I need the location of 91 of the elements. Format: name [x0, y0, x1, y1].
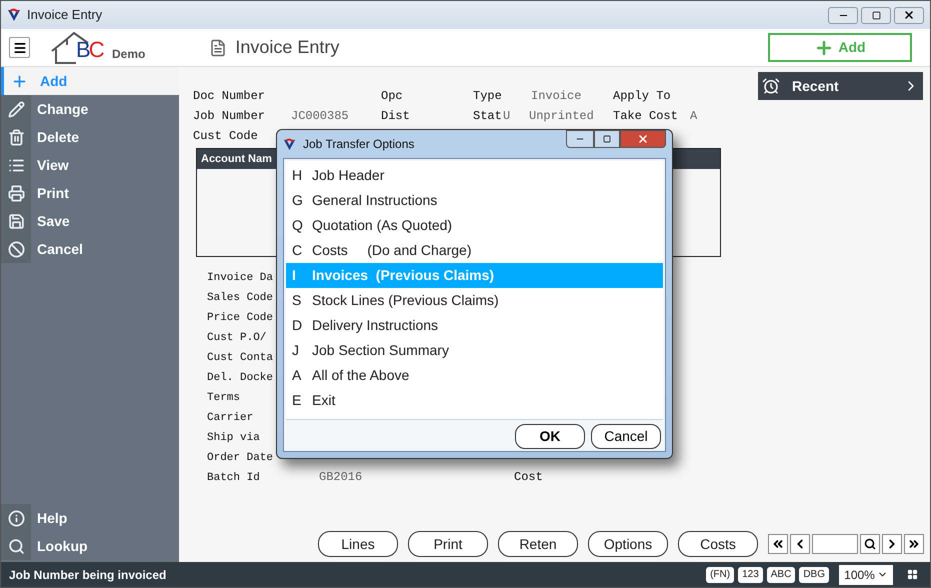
action-button[interactable]: Lines — [318, 531, 398, 557]
option-item[interactable]: J Job Section Summary — [286, 338, 663, 363]
option-item[interactable]: A All of the Above — [286, 363, 663, 388]
field-label: Price Code — [207, 312, 274, 324]
option-item[interactable]: C Costs (Do and Charge) — [286, 238, 663, 263]
minimize-button[interactable] — [566, 130, 594, 148]
save-icon — [8, 212, 24, 230]
status-indicator: ABC — [766, 566, 796, 582]
field-label: Invoice Da — [207, 272, 274, 284]
field-value: U — [503, 108, 512, 125]
field-value: A — [690, 108, 698, 125]
company-logo: BC — [50, 30, 106, 64]
field-label: Batch Id — [207, 472, 260, 484]
field-label: Order Date — [207, 452, 274, 464]
column-header: Account Nam — [201, 152, 272, 167]
field-label: Dist — [381, 108, 411, 125]
maximize-icon — [603, 135, 611, 143]
status-indicator: (FN) — [706, 566, 734, 582]
option-item[interactable]: Q Quotation (As Quoted) — [286, 213, 663, 238]
field-label: Take Cost — [613, 108, 679, 125]
close-button[interactable] — [620, 130, 666, 148]
menu-button[interactable] — [9, 37, 30, 58]
status-message: Job Number being invoiced — [9, 566, 166, 584]
option-item[interactable]: S Stock Lines (Previous Claims) — [286, 288, 663, 313]
last-record-button[interactable] — [904, 534, 924, 554]
close-icon — [903, 9, 915, 21]
field-value: Unprinted — [529, 108, 594, 125]
alarm-clock-icon — [762, 77, 780, 95]
search-icon — [8, 538, 24, 554]
field-value: Invoice — [531, 88, 582, 105]
field-value: JC000385 — [291, 108, 350, 125]
field-label: Cust P.O/ — [207, 332, 266, 344]
action-button[interactable]: Reten — [498, 531, 578, 557]
search-icon — [864, 538, 876, 550]
page-title: Invoice Entry — [235, 36, 340, 59]
dialog-button[interactable]: OK — [515, 424, 585, 449]
printer-icon — [8, 184, 24, 202]
recent-panel[interactable]: Recent — [758, 72, 923, 100]
zoom-dropdown[interactable]: 100% — [839, 564, 893, 584]
window-title: Invoice Entry — [27, 6, 102, 24]
field-label: Type — [473, 88, 503, 105]
maximize-icon — [872, 10, 880, 20]
field-label: Sales Code — [207, 292, 274, 304]
field-label: Stat — [473, 108, 503, 125]
close-icon — [637, 133, 649, 145]
pencil-icon — [8, 100, 24, 118]
field-label: Doc Number — [193, 88, 266, 105]
list-icon — [8, 156, 24, 174]
dialog-button[interactable]: Cancel — [591, 424, 661, 449]
first-icon — [771, 537, 785, 551]
action-button[interactable]: Print — [408, 531, 488, 557]
field-value: GB2016 — [319, 469, 364, 486]
field-label: Apply To — [613, 88, 672, 105]
close-button[interactable] — [894, 6, 924, 24]
dialog-title: Job Transfer Options — [303, 136, 414, 153]
record-input-field[interactable] — [812, 534, 858, 554]
trash-icon — [8, 128, 24, 146]
document-icon — [209, 38, 228, 56]
option-item[interactable]: H Job Header — [286, 163, 663, 188]
action-button[interactable]: Options — [588, 531, 668, 557]
field-label: Cust Conta — [207, 352, 274, 364]
field-label: Del. Docke — [207, 372, 274, 384]
field-label: Ship via — [207, 432, 260, 444]
field-label: Job Number — [193, 108, 266, 125]
app-logo-icon — [283, 138, 296, 150]
field-label: Opc — [381, 88, 404, 105]
maximize-button[interactable] — [594, 130, 620, 148]
action-button[interactable]: Costs — [678, 531, 758, 557]
field-label: Cust Code — [193, 128, 259, 145]
field-label: Cost — [514, 469, 543, 486]
search-button[interactable] — [860, 534, 880, 554]
info-icon — [8, 510, 24, 526]
option-item[interactable]: E Exit — [286, 388, 663, 413]
grid-icon — [907, 569, 918, 580]
brand-label: Demo — [112, 46, 146, 62]
first-record-button[interactable] — [768, 534, 788, 554]
option-item[interactable]: G General Instructions — [286, 188, 663, 213]
next-record-button[interactable] — [882, 534, 902, 554]
field-label: Carrier — [207, 412, 254, 424]
status-indicator: DBG — [799, 566, 829, 582]
previous-record-button[interactable] — [790, 534, 810, 554]
last-icon — [907, 537, 921, 551]
option-item[interactable]: D Delivery Instructions — [286, 313, 663, 338]
menu-icon — [12, 40, 26, 54]
maximize-button[interactable] — [861, 6, 891, 24]
recent-label: Recent — [792, 76, 839, 96]
field-label: Terms — [207, 392, 240, 404]
cancel-icon — [8, 240, 24, 258]
app-logo-icon — [7, 8, 21, 22]
plus-icon — [10, 72, 28, 90]
status-indicator: 123 — [738, 566, 763, 582]
